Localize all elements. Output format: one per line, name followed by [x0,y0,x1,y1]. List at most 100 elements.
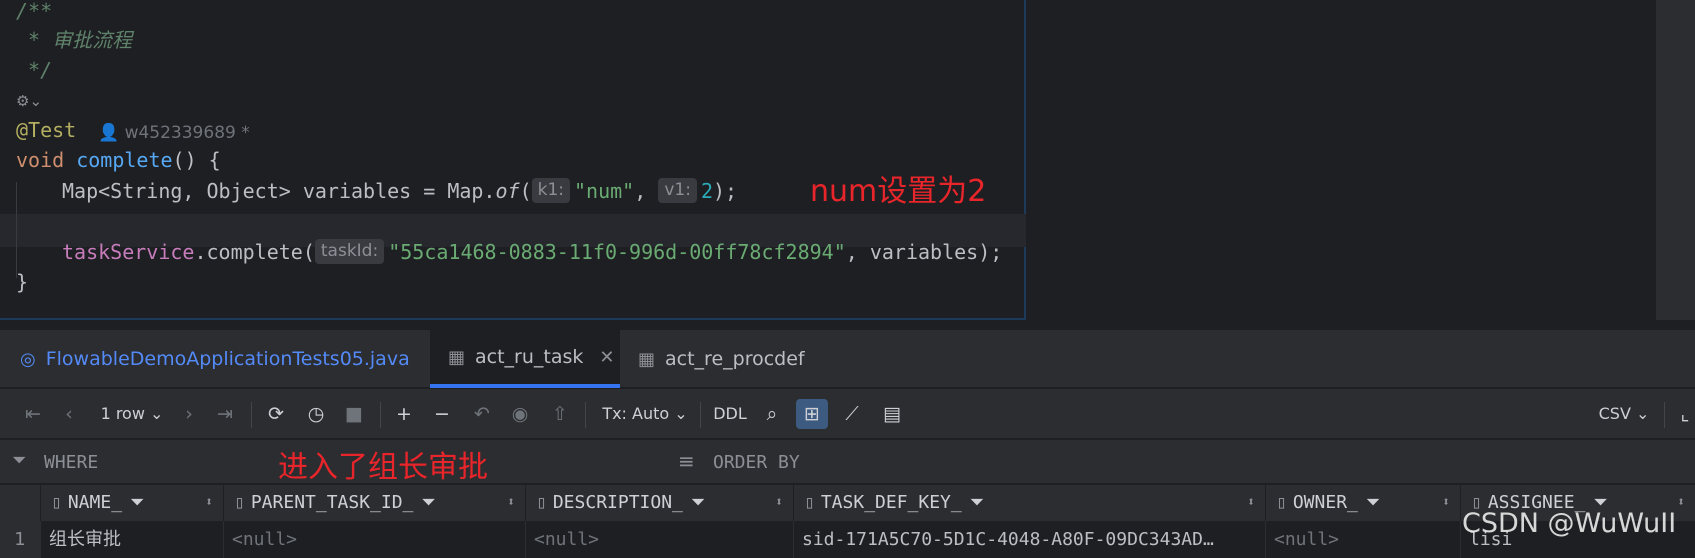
red-annotation-task: 进入了组长审批 [278,450,488,485]
statement-end: , variables); [845,240,1003,264]
param-hint-taskid: taskId: [314,239,385,264]
sort-icon[interactable]: ⬍ [775,485,783,521]
row-count-label: 1 row [100,404,145,423]
first-page-icon[interactable]: ⇤ [20,401,46,427]
sort-icon[interactable]: ≡ [678,449,695,473]
refresh-icon[interactable]: ⟳ [262,401,290,427]
filter-icon[interactable]: ⏷ [1366,492,1380,513]
filter-icon[interactable]: ⏷ [12,450,26,471]
map-declaration: Map<String, Object> variables = Map. [62,179,496,203]
view-settings-icon[interactable]: ▤ [878,401,906,427]
column-header-parent-task-id[interactable]: ▯ PARENT_TASK_ID_ ⏷ ⬍ [223,485,525,521]
column-icon: ▯ [804,492,815,513]
tab-label: act_ru_task [475,346,584,368]
code-closing-brace: } [16,270,29,294]
code-comment-text: * 审批流程 [16,28,133,52]
separator [700,402,701,428]
export-format-label: CSV [1598,404,1631,423]
column-icon: ▯ [51,492,62,513]
map-of-method: of [495,179,520,203]
prev-page-icon[interactable]: ‹ [56,401,82,427]
code-line-map: Map<String, Object> variables = Map.of(k… [62,175,737,208]
tab-act-re-procdef[interactable]: ▦ act_re_procdef [638,330,805,388]
filter-icon[interactable]: ⏷ [970,492,984,513]
code-line-complete: taskService.complete(taskId: "55ca1468-08… [62,236,1002,269]
submit-icon[interactable]: ⇧ [546,401,574,427]
cell-name[interactable]: 组长审批 [40,521,223,558]
column-header-name[interactable]: ▯ NAME_ ⏷ ⬍ [40,485,223,521]
chart-icon[interactable]: ⟋ [838,401,866,427]
column-icon: ▯ [234,492,245,513]
chevron-down-icon: ⌄ [674,404,688,423]
tab-act-ru-task[interactable]: ▦ act_ru_task ✕ [430,330,620,388]
sort-icon[interactable]: ⬍ [1247,485,1255,521]
sort-icon[interactable]: ⬍ [1677,485,1685,521]
filter-toggle-icon[interactable]: ⊞ [796,399,828,429]
table-icon: ▦ [638,348,656,370]
indent-guide [16,182,17,278]
filter-icon[interactable]: ⏷ [691,492,705,513]
where-input[interactable]: WHERE [44,452,98,473]
filter-icon[interactable]: ⏷ [130,492,144,513]
add-row-icon[interactable]: + [390,401,418,427]
column-header-description[interactable]: ▯ DESCRIPTION_ ⏷ ⬍ [525,485,793,521]
filter-bar: ⏷ WHERE 进入了组长审批 ≡ ORDER BY [0,440,1695,485]
next-page-icon[interactable]: › [176,401,202,427]
statement-end: ); [712,179,738,203]
open-paren: ( [519,179,532,203]
filter-icon[interactable]: ⏷ [421,492,435,513]
code-pane[interactable]: /** * 审批流程 */ ⚙⌄ @Test 👤 w452339689 * vo… [0,0,1026,320]
cell-description[interactable]: <null> [525,521,793,558]
cell-task-def-key[interactable]: sid-171A5C70-5D1C-4048-A80F-09DC343AD… [793,521,1265,558]
user-icon: 👤 [98,123,120,143]
sort-icon[interactable]: ⬍ [1442,485,1450,521]
preview-icon[interactable]: ◉ [506,401,534,427]
map-key-string: "num" [574,179,635,203]
method-name: complete [76,148,173,172]
separator [380,402,381,428]
complete-call: .complete( [194,240,315,264]
code-editor[interactable]: /** * 审批流程 */ ⚙⌄ @Test 👤 w452339689 * vo… [0,0,1695,320]
run-test-icon[interactable]: ⚙⌄ [16,92,42,110]
grid-header: ▯ NAME_ ⏷ ⬍ ▯ PARENT_TASK_ID_ ⏷ ⬍ ▯ DESCRIPTION… [0,485,1695,521]
revert-icon[interactable]: ↶ [468,401,496,427]
task-id-string: "55ca1468-0883-11f0-996d-00ff78cf2894" [388,240,846,264]
order-by-input[interactable]: ORDER BY [713,452,800,473]
tab-label: act_re_procdef [665,348,805,370]
separator [251,402,252,428]
collapse-icon[interactable]: ⌞ [1676,401,1694,427]
code-method-signature: void complete() { [16,144,221,177]
table-icon: ▦ [448,346,466,368]
export-format-dropdown[interactable]: CSV ⌄ [1596,401,1652,427]
cell-owner[interactable]: <null> [1265,521,1460,558]
column-label: TASK_DEF_KEY_ [820,492,962,513]
close-icon[interactable]: ✕ [599,347,614,368]
row-count-dropdown[interactable]: 1 row ⌄ [96,401,168,427]
tx-mode-dropdown[interactable]: Tx: Auto ⌄ [600,401,690,427]
red-annotation-num: num设置为2 [810,174,987,209]
code-comment-close: */ [16,58,53,82]
column-icon: ▯ [536,492,547,513]
comma: , [634,179,647,203]
author-hint[interactable]: 👤 w452339689 * [98,122,250,144]
author-name: w452339689 * [124,123,250,143]
sort-icon[interactable]: ⬍ [205,485,213,521]
separator [1664,402,1665,428]
editor-scrollbar[interactable] [1656,0,1695,320]
tab-label: FlowableDemoApplicationTests05.java [45,348,410,370]
column-label: DESCRIPTION_ [552,492,683,513]
ddl-button[interactable]: DDL [712,401,748,427]
column-header-owner[interactable]: ▯ OWNER_ ⏷ ⬍ [1265,485,1460,521]
row-number[interactable]: 1 [0,521,40,558]
last-page-icon[interactable]: ⇥ [212,401,238,427]
history-icon[interactable]: ◷ [302,401,330,427]
code-annotation: @Test [16,118,77,142]
stop-icon[interactable]: ■ [342,401,366,427]
sort-icon[interactable]: ⬍ [507,485,515,521]
results-grid[interactable]: ▯ NAME_ ⏷ ⬍ ▯ PARENT_TASK_ID_ ⏷ ⬍ ▯ DESCRIPTION… [0,485,1695,558]
delete-row-icon[interactable]: − [428,401,456,427]
column-header-task-def-key[interactable]: ▯ TASK_DEF_KEY_ ⏷ ⬍ [793,485,1265,521]
tab-java-file[interactable]: ◎ FlowableDemoApplicationTests05.java [20,330,410,388]
cell-parent-task-id[interactable]: <null> [223,521,525,558]
search-icon[interactable]: ⌕ [758,401,786,427]
